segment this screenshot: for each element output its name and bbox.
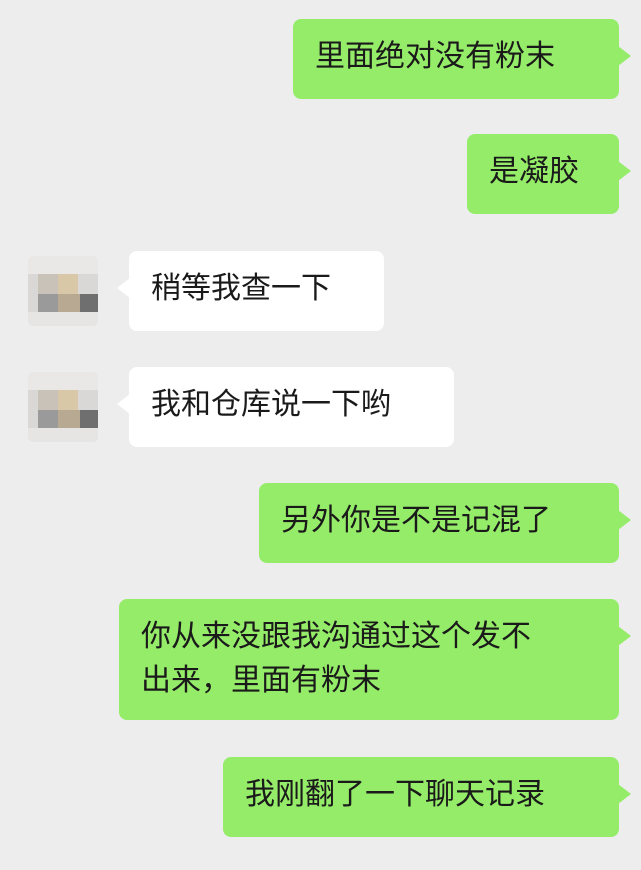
message-bubble-sent[interactable]: 是凝胶: [467, 134, 631, 214]
message-bubble-received[interactable]: 稍等我查一下: [117, 251, 384, 331]
message-bubble-sent[interactable]: 我刚翻了一下聊天记录: [223, 757, 631, 837]
message-bubble-sent[interactable]: 另外你是不是记混了: [259, 483, 631, 563]
message-text: 里面绝对没有粉末: [315, 39, 555, 74]
message-bubble-sent[interactable]: 里面绝对没有粉末: [293, 19, 631, 99]
chat-window: 里面绝对没有粉末 是凝胶 稍等我查一下 我和仓库说一下哟 另外你是不是记混了 你: [0, 0, 641, 870]
avatar-icon[interactable]: [28, 372, 98, 442]
message-text: 另外你是不是记混了: [281, 503, 551, 538]
avatar-icon[interactable]: [28, 256, 98, 326]
message-text: 我和仓库说一下哟: [151, 387, 391, 422]
message-text-line: 你从来没跟我沟通过这个发不: [141, 619, 531, 654]
message-text: 是凝胶: [489, 154, 579, 189]
message-text: 我刚翻了一下聊天记录: [245, 777, 545, 812]
message-bubble-received[interactable]: 我和仓库说一下哟: [117, 367, 454, 447]
message-bubble-sent[interactable]: 你从来没跟我沟通过这个发不 出来，里面有粉末: [119, 599, 631, 720]
message-text: 稍等我查一下: [151, 271, 331, 306]
message-text-line: 出来，里面有粉末: [141, 663, 381, 698]
